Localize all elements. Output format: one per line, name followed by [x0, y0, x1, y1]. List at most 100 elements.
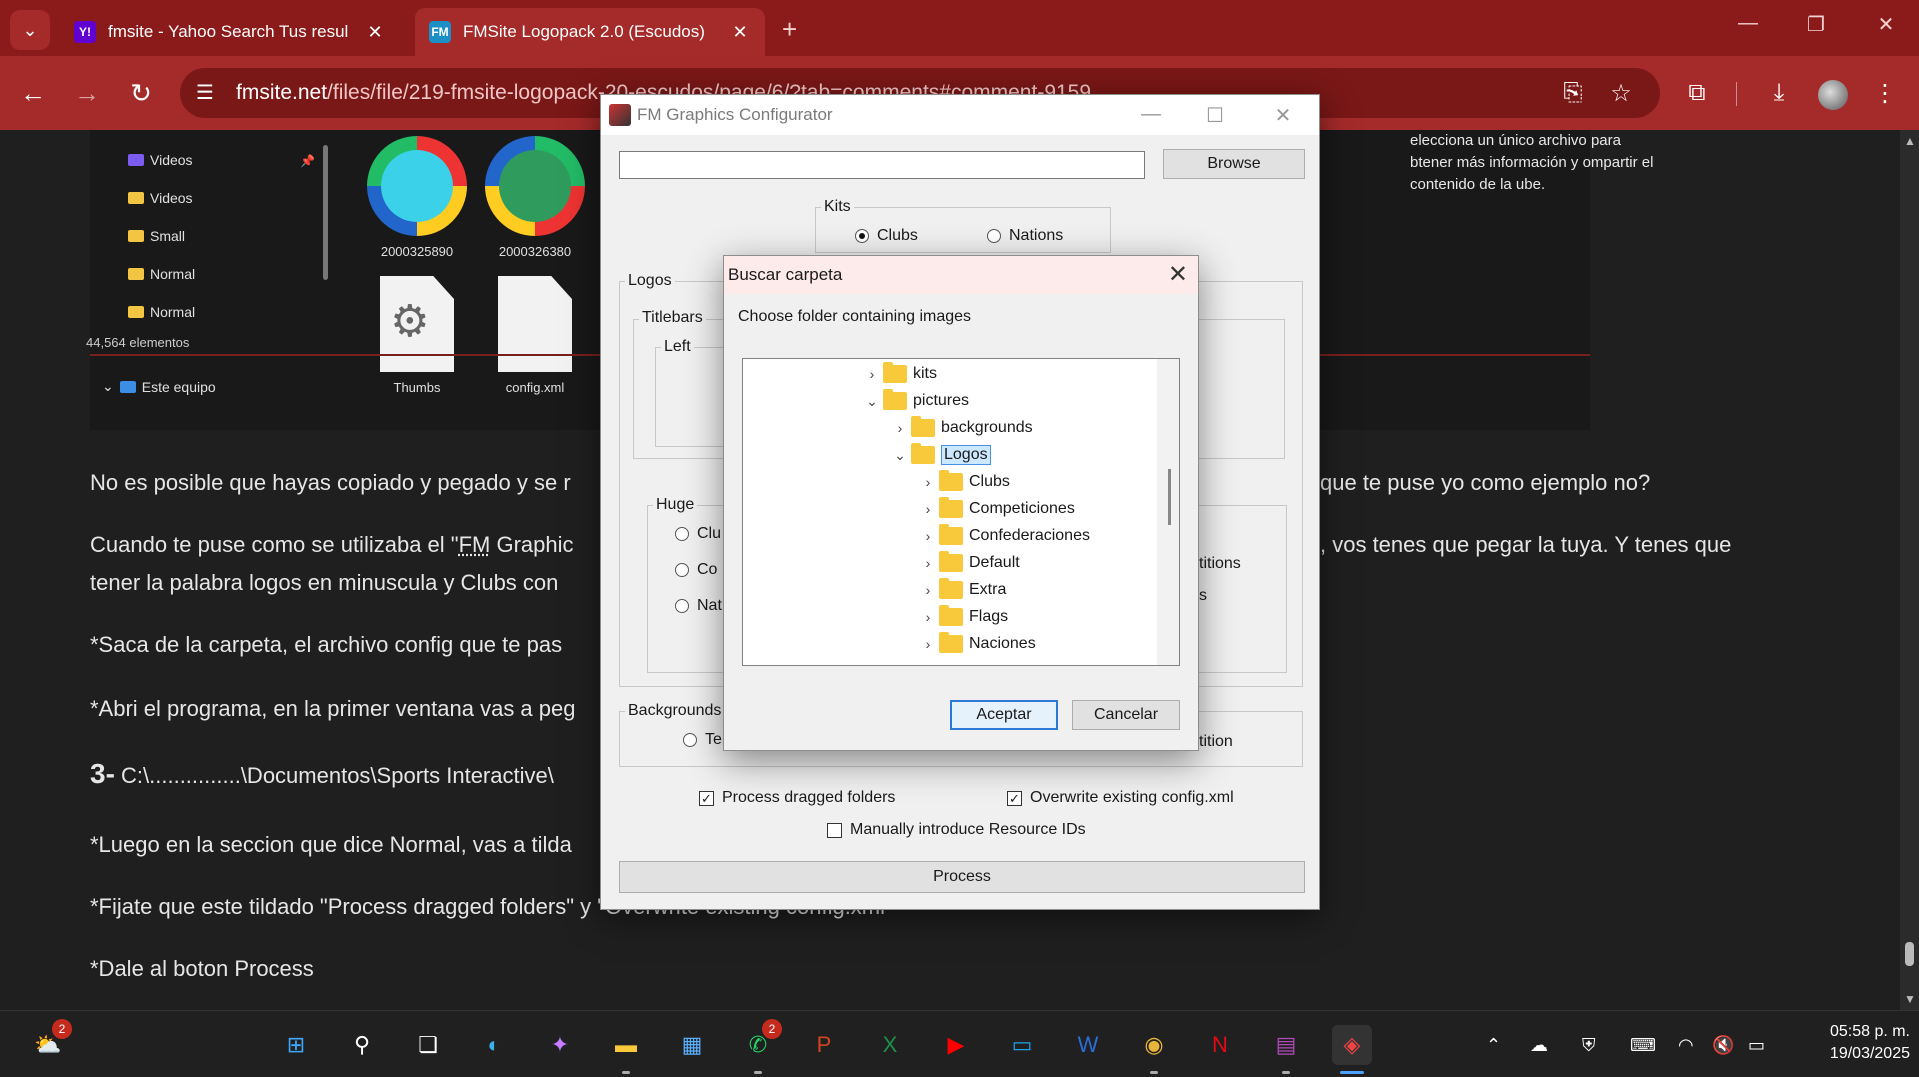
club-badge-image [367, 136, 467, 236]
wifi-icon[interactable]: ◠ [1678, 1035, 1694, 1056]
tree-node-extra[interactable]: › Extra [917, 577, 1006, 603]
tab-fmsite[interactable]: FM FMSite Logopack 2.0 (Escudos) ✕ [415, 8, 765, 56]
prime-video-app[interactable]: ▭ [1002, 1025, 1042, 1065]
start-button[interactable]: ⊞ [276, 1025, 316, 1065]
winrar-app[interactable]: ▤ [1266, 1025, 1306, 1065]
paragraph: *Abri el programa, en la primer ventana … [90, 696, 576, 721]
system-clock[interactable]: 05:58 p. m. 19/03/2025 [1790, 1021, 1910, 1065]
volume-muted-icon[interactable]: 🔇 [1712, 1035, 1734, 1056]
scroll-down-icon[interactable]: ▼ [1904, 992, 1916, 1006]
downloads-icon[interactable]: ⤓ [1762, 76, 1796, 110]
huge-label: Huge [653, 496, 698, 514]
fm-close-button[interactable]: ✕ [1263, 103, 1303, 128]
tree-node-clubs[interactable]: › Clubs [917, 469, 1010, 495]
document-file-icon [498, 276, 572, 372]
folder-icon [939, 470, 963, 491]
backgrounds-teams-radio[interactable]: Te [683, 731, 722, 749]
fm-maximize-button[interactable]: ☐ [1195, 103, 1235, 128]
netflix-app[interactable]: N [1200, 1025, 1240, 1065]
path-input[interactable] [619, 151, 1145, 179]
install-app-icon[interactable]: ⎘ [1556, 76, 1590, 110]
menu-kebab-icon[interactable]: ⋮ [1868, 76, 1902, 110]
tab-title: FMSite Logopack 2.0 (Escudos) [463, 22, 705, 41]
chrome-icon: ◉ [1144, 1032, 1164, 1057]
tree-node-logos[interactable]: ⌄ Logos [889, 442, 991, 468]
close-tab-icon[interactable]: ✕ [364, 22, 386, 43]
browse-button[interactable]: Browse [1163, 149, 1305, 179]
new-tab-button[interactable]: + [782, 14, 797, 45]
chevron-right-icon: › [925, 528, 931, 544]
close-tab-icon[interactable]: ✕ [729, 22, 751, 43]
tree-node-backgrounds[interactable]: › backgrounds [889, 415, 1033, 441]
process-button[interactable]: Process [619, 861, 1305, 893]
tree-scrollbar-thumb[interactable] [1168, 469, 1171, 525]
nav-item-videos-2: Videos [128, 190, 193, 206]
close-window-button[interactable]: ✕ [1866, 12, 1906, 37]
whatsapp-app[interactable]: ✆ 2 [738, 1019, 782, 1065]
restore-button[interactable]: ❐ [1796, 12, 1836, 37]
tree-node-naciones[interactable]: › Naciones [917, 631, 1036, 657]
powerpoint-app[interactable]: P [804, 1025, 844, 1065]
folder-icon [128, 306, 144, 318]
back-button[interactable]: ← [14, 74, 52, 112]
scroll-up-icon[interactable]: ▲ [1904, 134, 1916, 148]
store-app[interactable]: ▦ [672, 1025, 712, 1065]
process-dragged-checkbox[interactable]: ✓ Process dragged folders [699, 789, 895, 807]
dialog-close-icon[interactable]: ✕ [1168, 260, 1188, 289]
keyboard-icon[interactable]: ⌨ [1630, 1035, 1656, 1056]
tab-search-button[interactable]: ⌄ [10, 10, 50, 50]
onedrive-icon[interactable]: ☁ [1530, 1035, 1548, 1056]
tree-node-confederaciones[interactable]: › Confederaciones [917, 523, 1090, 549]
chrome-app[interactable]: ◉ [1134, 1025, 1174, 1065]
tree-node-competiciones[interactable]: › Competiciones [917, 496, 1075, 522]
battery-icon[interactable]: ▭ [1748, 1035, 1765, 1056]
tree-node-pictures[interactable]: ⌄ pictures [861, 388, 969, 414]
huge-clubs-radio[interactable]: Clu [675, 525, 721, 543]
backgrounds-label: Backgrounds [625, 702, 725, 720]
word-app[interactable]: W [1068, 1025, 1108, 1065]
forward-button[interactable]: → [68, 74, 106, 112]
chevron-right-icon: › [925, 555, 931, 571]
security-shield-icon[interactable]: ⛨ [1582, 1035, 1596, 1056]
excel-icon: X [882, 1032, 898, 1057]
page-scrollbar[interactable]: ▲ ▼ [1900, 130, 1919, 1010]
scroll-thumb[interactable] [1905, 942, 1914, 966]
fm-minimize-button[interactable]: — [1131, 103, 1171, 126]
fm-app-icon [609, 104, 631, 126]
minimize-button[interactable]: — [1728, 12, 1768, 35]
huge-nations-radio[interactable]: Nat [675, 597, 722, 615]
huge-competitions-radio[interactable]: Co [675, 561, 717, 579]
paragraph: 3- C:\...............\Documentos\Sports … [90, 758, 554, 789]
tray-overflow-chevron-icon[interactable]: ⌃ [1486, 1035, 1501, 1056]
folder-icon [128, 230, 144, 242]
file-explorer-app[interactable]: ▬ [606, 1025, 646, 1065]
extensions-icon[interactable]: ⧉ [1680, 76, 1714, 110]
task-view-button[interactable]: ❏ [408, 1025, 448, 1065]
tree-node-kits[interactable]: › kits [861, 361, 937, 387]
search-button[interactable]: ⚲ [342, 1025, 382, 1065]
folder-tree[interactable]: › kits ⌄ pictures › backgrounds ⌄ Logos › Clu… [742, 358, 1180, 666]
edge-app[interactable]: ◐ [474, 1025, 514, 1065]
chevron-down-icon: ⌄ [866, 392, 878, 409]
accept-button[interactable]: Aceptar [950, 700, 1058, 730]
cancel-button[interactable]: Cancelar [1072, 700, 1180, 730]
youtube-app[interactable]: ▶ [936, 1025, 976, 1065]
bookmark-star-icon[interactable]: ☆ [1604, 76, 1638, 110]
profile-avatar[interactable] [1818, 80, 1848, 110]
excel-app[interactable]: X [870, 1025, 910, 1065]
copilot-app[interactable]: ✦ [540, 1025, 580, 1065]
kits-nations-radio[interactable]: Nations [987, 227, 1063, 245]
reload-button[interactable]: ↻ [122, 74, 160, 112]
manual-resource-ids-checkbox[interactable]: Manually introduce Resource IDs [827, 821, 1086, 839]
tree-node-flags[interactable]: › Flags [917, 604, 1008, 630]
weather-widget[interactable]: ⛅ 2 [28, 1019, 72, 1065]
fm-configurator-app[interactable]: ◈ [1332, 1025, 1372, 1065]
browse-folder-dialog: Buscar carpeta ✕ Choose folder containin… [723, 255, 1199, 751]
paragraph: tener la palabra logos en minuscula y Cl… [90, 570, 559, 595]
tab-yahoo[interactable]: Y! fmsite - Yahoo Search Tus resul ✕ [60, 8, 400, 56]
folder-icon [939, 578, 963, 599]
overwrite-config-checkbox[interactable]: ✓ Overwrite existing config.xml [1007, 789, 1234, 807]
kits-clubs-radio[interactable]: Clubs [855, 227, 918, 245]
site-settings-icon[interactable]: ☰ [196, 80, 222, 106]
tree-node-default[interactable]: › Default [917, 550, 1020, 576]
